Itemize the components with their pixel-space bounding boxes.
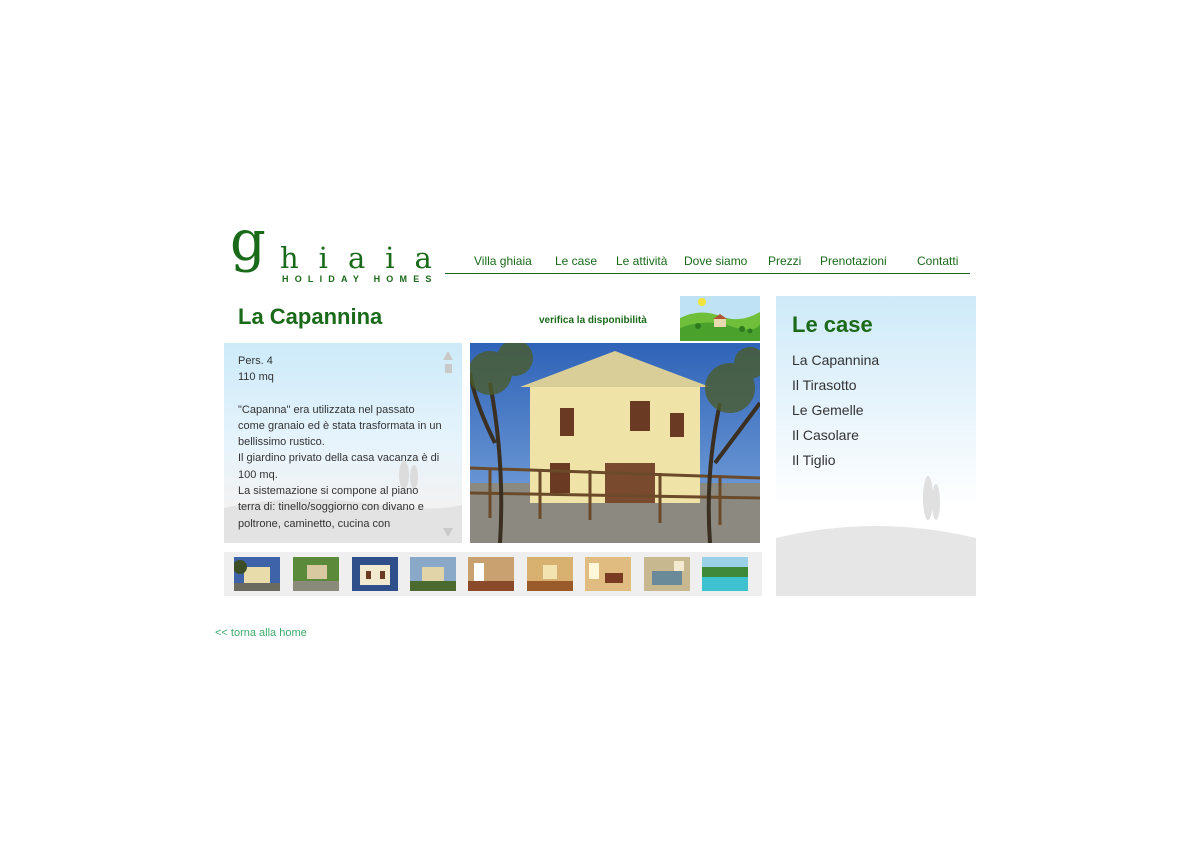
thumbnail-1[interactable] <box>234 557 280 591</box>
sidebar-hill-silhouette <box>776 476 976 596</box>
thumbnail-4[interactable] <box>410 557 456 591</box>
nav-le-case[interactable]: Le case <box>555 254 597 268</box>
scroll-up-arrow-icon[interactable] <box>443 351 453 360</box>
house-title: La Capannina <box>238 304 383 329</box>
availability-landscape-image[interactable] <box>680 296 760 341</box>
nav-dove-siamo[interactable]: Dove siamo <box>684 254 747 268</box>
top-navigation: Villa ghiaia Le case Le attività Dove si… <box>465 254 970 272</box>
description-paragraph-2: Il giardino privato della casa vacanza è… <box>238 452 440 481</box>
description-panel[interactable]: Pers. 4 110 mq "Capanna" era utilizzata … <box>224 343 462 543</box>
thumbnail-9[interactable] <box>702 557 748 591</box>
sidebar-item-il-casolare[interactable]: Il Casolare <box>792 427 859 443</box>
logo-initial: g <box>230 209 266 274</box>
logo-subtitle: HOLIDAY HOMES <box>282 274 438 284</box>
thumbnail-6[interactable] <box>527 557 573 591</box>
thumbnail-2[interactable] <box>293 557 339 591</box>
house-area: 110 mq <box>238 371 274 384</box>
nav-prenotazioni[interactable]: Prenotazioni <box>820 254 887 268</box>
description-paragraph-3: La sistemazione si compone al piano terr… <box>238 485 424 530</box>
site-logo[interactable]: g hiaia HOLIDAY HOMES <box>230 214 452 294</box>
sidebar-item-il-tirasotto[interactable]: Il Tirasotto <box>792 377 857 393</box>
scroll-thumb[interactable] <box>445 364 452 373</box>
nav-contatti[interactable]: Contatti <box>917 254 958 268</box>
sidebar-title: Le case <box>792 312 873 337</box>
nav-villa-ghiaia[interactable]: Villa ghiaia <box>474 254 532 268</box>
thumbnail-strip <box>224 552 762 596</box>
houses-sidebar: Le case La Capannina Il Tirasotto Le Gem… <box>776 296 976 596</box>
main-house-photo <box>470 343 760 543</box>
nav-le-attivita[interactable]: Le attività <box>616 254 667 268</box>
sidebar-item-le-gemelle[interactable]: Le Gemelle <box>792 402 864 418</box>
description-paragraph-1: "Capanna" era utilizzata nel passato com… <box>238 403 442 449</box>
thumbnail-5[interactable] <box>468 557 514 591</box>
logo-word: hiaia <box>280 241 452 275</box>
sidebar-item-la-capannina[interactable]: La Capannina <box>792 352 879 368</box>
thumbnail-8[interactable] <box>644 557 690 591</box>
check-availability-link[interactable]: verifica la disponibilità <box>539 315 647 326</box>
scroll-down-arrow-icon[interactable] <box>443 528 453 537</box>
persons-count: Pers. 4 <box>238 355 273 367</box>
thumbnail-7[interactable] <box>585 557 631 591</box>
nav-divider <box>445 273 970 274</box>
nav-prezzi[interactable]: Prezzi <box>768 254 801 268</box>
thumbnail-3[interactable] <box>352 557 398 591</box>
back-to-home-link[interactable]: << torna alla home <box>215 627 307 639</box>
description-text: Pers. 4 110 mq "Capanna" era utilizzata … <box>238 353 443 532</box>
